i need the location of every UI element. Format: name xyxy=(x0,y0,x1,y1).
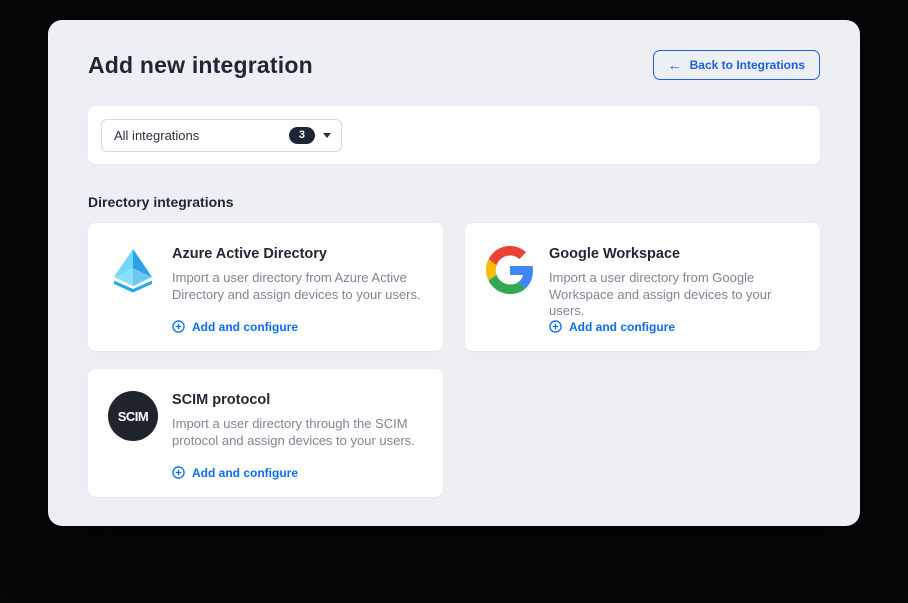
integration-card-google-workspace: Google Workspace Import a user directory… xyxy=(465,223,820,351)
add-and-configure-google-link[interactable]: Add and configure xyxy=(549,320,804,333)
filter-selected-label: All integrations xyxy=(114,128,281,143)
card-title: SCIM protocol xyxy=(172,392,427,408)
card-title: Google Workspace xyxy=(549,246,804,262)
integration-card-scim-protocol: SCIM SCIM protocol Import a user directo… xyxy=(88,369,443,497)
card-action-label: Add and configure xyxy=(569,321,675,333)
plus-circle-icon xyxy=(172,466,185,479)
scim-logo-icon: SCIM xyxy=(108,391,158,479)
back-button-label: Back to Integrations xyxy=(690,59,805,71)
integrations-filter-dropdown[interactable]: All integrations 3 xyxy=(101,119,342,152)
add-and-configure-scim-link[interactable]: Add and configure xyxy=(172,466,427,479)
card-description: Import a user directory from Google Work… xyxy=(549,270,804,320)
azure-active-directory-logo-icon xyxy=(108,245,158,333)
page-title: Add new integration xyxy=(88,52,313,79)
plus-circle-icon xyxy=(172,320,185,333)
arrow-left-icon: ← xyxy=(668,58,682,72)
card-description: Import a user directory through the SCIM… xyxy=(172,416,427,449)
card-description: Import a user directory from Azure Activ… xyxy=(172,270,427,303)
card-title: Azure Active Directory xyxy=(172,246,427,262)
page-header: Add new integration ← Back to Integratio… xyxy=(88,50,820,80)
plus-circle-icon xyxy=(549,320,562,333)
filter-count-badge: 3 xyxy=(289,127,315,144)
card-action-label: Add and configure xyxy=(192,467,298,479)
back-to-integrations-button[interactable]: ← Back to Integrations xyxy=(653,50,820,80)
google-g-logo-icon xyxy=(485,245,535,333)
scim-logo-text: SCIM xyxy=(108,391,158,441)
card-action-label: Add and configure xyxy=(192,321,298,333)
add-integration-panel: Add new integration ← Back to Integratio… xyxy=(48,20,860,526)
filter-toolbar: All integrations 3 xyxy=(88,106,820,164)
section-title-directory-integrations: Directory integrations xyxy=(88,194,820,210)
chevron-down-icon xyxy=(323,133,331,138)
integration-card-azure-active-directory: Azure Active Directory Import a user dir… xyxy=(88,223,443,351)
add-and-configure-azure-link[interactable]: Add and configure xyxy=(172,320,427,333)
integration-cards-grid: Azure Active Directory Import a user dir… xyxy=(88,223,820,497)
